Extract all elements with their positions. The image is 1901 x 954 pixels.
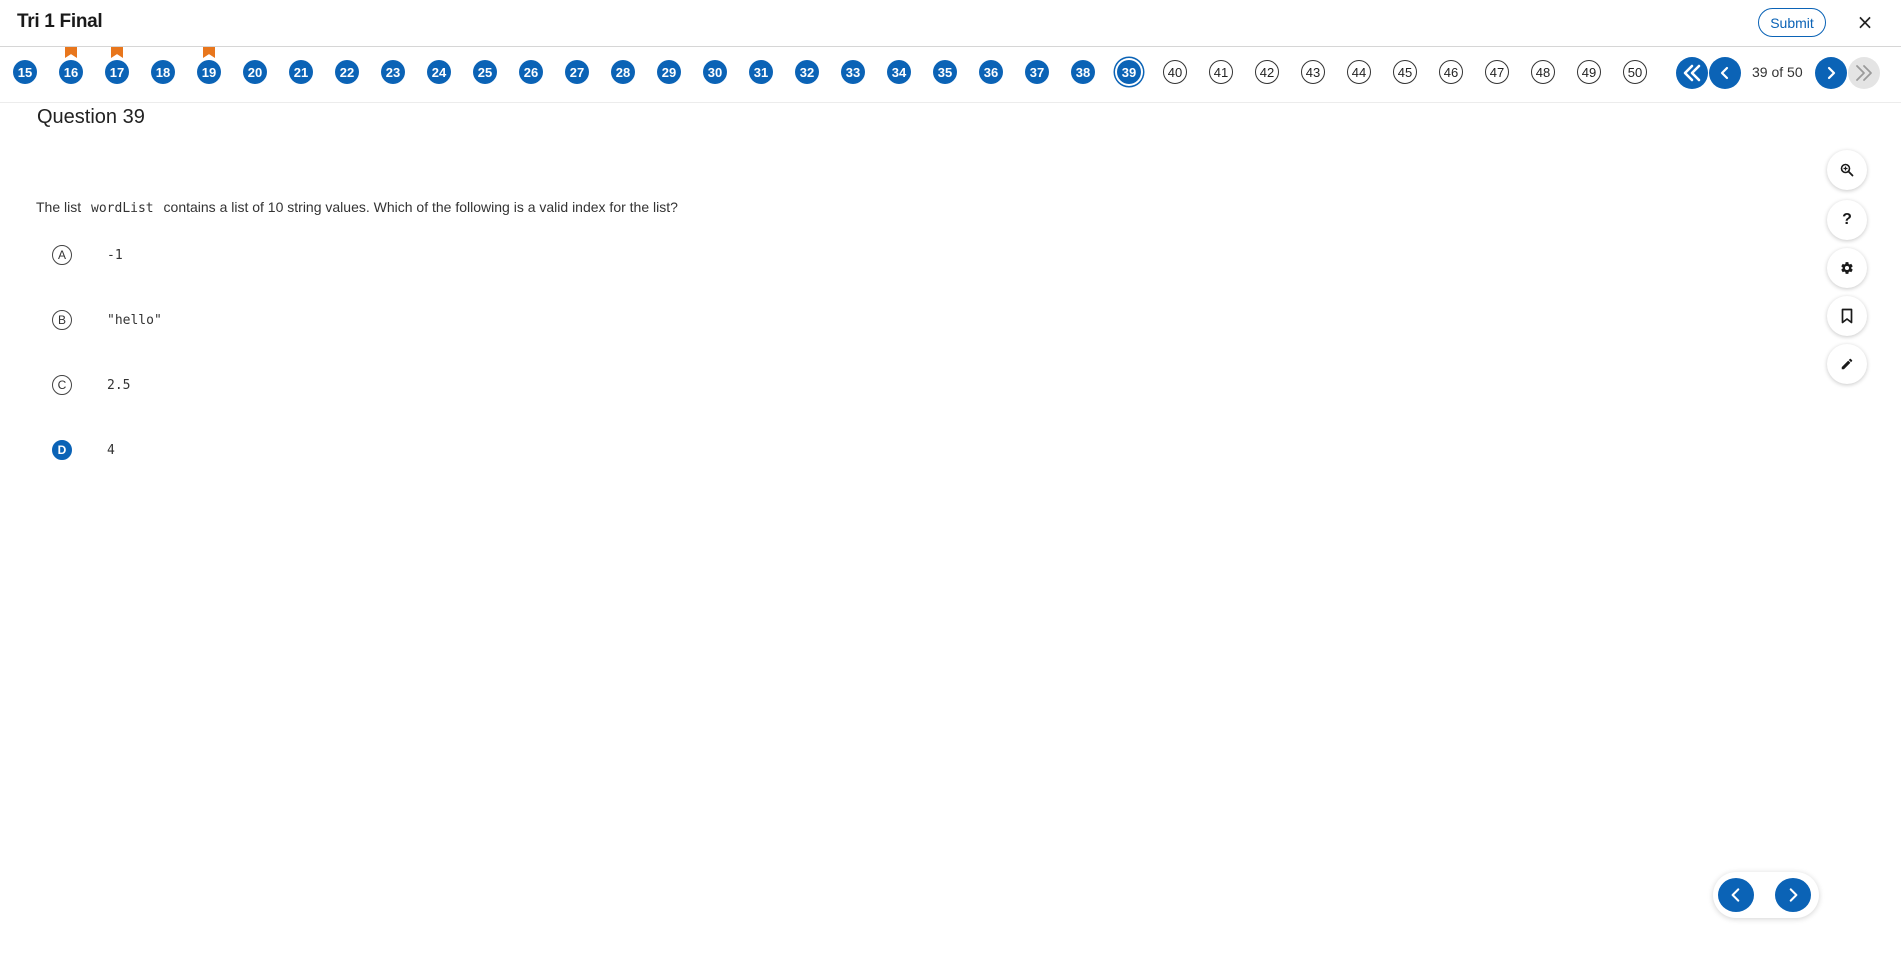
- question-number-19[interactable]: 19: [197, 47, 221, 84]
- choice-d[interactable]: D 4: [52, 438, 115, 462]
- question-number-list: 15 16 17 18 19 20 21 22 23 24 25 26 27 28 29 30 31 32 33 34…: [13, 47, 1669, 86]
- choice-d-value: 4: [107, 442, 115, 458]
- zoom-button[interactable]: [1827, 150, 1867, 190]
- first-question-button[interactable]: [1676, 57, 1708, 89]
- question-number-21[interactable]: 21: [289, 60, 313, 84]
- gear-icon: [1841, 262, 1853, 274]
- question-number-40[interactable]: 40: [1163, 60, 1187, 84]
- question-text: The list wordList contains a list of 10 …: [36, 199, 678, 216]
- choice-a-letter: A: [52, 245, 72, 265]
- question-text-before: The list: [36, 199, 82, 215]
- pencil-icon: [1841, 358, 1853, 370]
- bottom-next-button[interactable]: [1775, 878, 1811, 912]
- settings-button[interactable]: [1827, 248, 1867, 288]
- question-number-44[interactable]: 44: [1347, 60, 1371, 84]
- bookmark-icon: [1841, 308, 1853, 324]
- question-number-23[interactable]: 23: [381, 60, 405, 84]
- question-number-25[interactable]: 25: [473, 60, 497, 84]
- question-number-43[interactable]: 43: [1301, 60, 1325, 84]
- chevron-right-icon: [1827, 66, 1836, 80]
- question-number-29[interactable]: 29: [657, 60, 681, 84]
- double-chevron-right-icon: [1856, 65, 1872, 81]
- choice-c[interactable]: C 2.5: [52, 373, 130, 397]
- question-number-39[interactable]: 39: [1117, 60, 1141, 84]
- question-number-31[interactable]: 31: [749, 60, 773, 84]
- question-number-36[interactable]: 36: [979, 60, 1003, 84]
- double-chevron-left-icon: [1683, 64, 1701, 82]
- question-number-24[interactable]: 24: [427, 60, 451, 84]
- close-button[interactable]: ×: [1853, 10, 1877, 34]
- question-number-17[interactable]: 17: [105, 47, 129, 84]
- bottom-previous-button[interactable]: [1718, 878, 1754, 912]
- bottom-navigation: [1713, 872, 1819, 918]
- question-number-18[interactable]: 18: [151, 60, 175, 84]
- flag-icon: [65, 47, 77, 58]
- chevron-right-icon: [1789, 888, 1798, 902]
- question-text-after: contains a list of 10 string values. Whi…: [163, 199, 678, 215]
- exam-title: Tri 1 Final: [17, 11, 103, 32]
- flag-icon: [203, 47, 215, 58]
- question-position: 39 of 50: [1752, 64, 1803, 80]
- question-number-26[interactable]: 26: [519, 60, 543, 84]
- question-title: Question 39: [37, 106, 145, 128]
- question-number-48[interactable]: 48: [1531, 60, 1555, 84]
- question-number-37[interactable]: 37: [1025, 60, 1049, 84]
- previous-question-button[interactable]: [1709, 57, 1741, 89]
- help-button[interactable]: ?: [1827, 200, 1867, 240]
- question-number-45[interactable]: 45: [1393, 60, 1417, 84]
- submit-button[interactable]: Submit: [1758, 8, 1826, 37]
- top-bar: Tri 1 Final Submit ×: [0, 0, 1901, 47]
- question-number-22[interactable]: 22: [335, 60, 359, 84]
- close-icon: ×: [1856, 10, 1874, 34]
- bookmark-button[interactable]: [1827, 296, 1867, 336]
- question-number-28[interactable]: 28: [611, 60, 635, 84]
- question-number-16[interactable]: 16: [59, 47, 83, 84]
- choice-a[interactable]: A -1: [52, 243, 123, 267]
- question-number-46[interactable]: 46: [1439, 60, 1463, 84]
- question-number-30[interactable]: 30: [703, 60, 727, 84]
- question-number-50[interactable]: 50: [1623, 60, 1647, 84]
- choice-a-value: -1: [107, 247, 123, 263]
- zoom-in-icon: [1840, 163, 1854, 177]
- question-number-38[interactable]: 38: [1071, 60, 1095, 84]
- help-icon: ?: [1842, 211, 1852, 228]
- question-number-35[interactable]: 35: [933, 60, 957, 84]
- question-code: wordList: [91, 201, 154, 216]
- choice-b-letter: B: [52, 310, 72, 330]
- question-number-15[interactable]: 15: [13, 60, 37, 84]
- chevron-left-icon: [1720, 66, 1729, 80]
- question-navigator: 15 16 17 18 19 20 21 22 23 24 25 26 27 28 29 30 31 32 33 34…: [0, 47, 1901, 103]
- choice-b-value: "hello": [107, 312, 162, 328]
- question-number-20[interactable]: 20: [243, 60, 267, 84]
- question-number-33[interactable]: 33: [841, 60, 865, 84]
- question-number-34[interactable]: 34: [887, 60, 911, 84]
- question-number-27[interactable]: 27: [565, 60, 589, 84]
- question-number-47[interactable]: 47: [1485, 60, 1509, 84]
- annotate-button[interactable]: [1827, 344, 1867, 384]
- question-number-49[interactable]: 49: [1577, 60, 1601, 84]
- choice-d-letter: D: [52, 440, 72, 460]
- next-question-button[interactable]: [1815, 57, 1847, 89]
- choice-c-letter: C: [52, 375, 72, 395]
- flag-icon: [111, 47, 123, 58]
- question-number-41[interactable]: 41: [1209, 60, 1233, 84]
- last-question-button[interactable]: [1848, 57, 1880, 89]
- question-number-32[interactable]: 32: [795, 60, 819, 84]
- question-number-42[interactable]: 42: [1255, 60, 1279, 84]
- choice-b[interactable]: B "hello": [52, 308, 162, 332]
- chevron-left-icon: [1731, 888, 1740, 902]
- choice-c-value: 2.5: [107, 377, 131, 393]
